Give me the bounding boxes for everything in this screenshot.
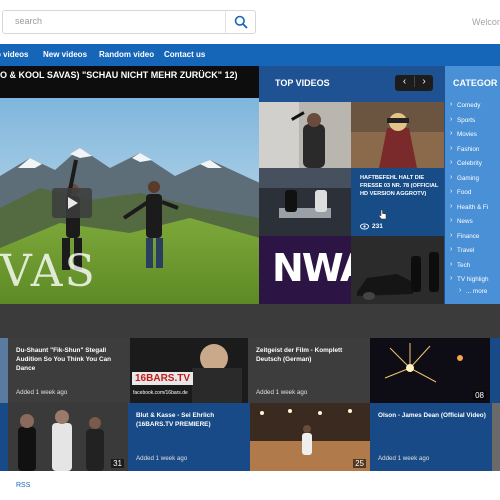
video-title[interactable]: Du-Shaunt "Fik-Shun" Stegall Audition So… bbox=[16, 346, 124, 373]
top-video-thumb-1[interactable] bbox=[259, 102, 351, 168]
video-added: Added 1 week ago bbox=[378, 455, 430, 462]
category-celebrity[interactable]: Celebrity bbox=[450, 159, 482, 167]
video-added: Added 1 week ago bbox=[136, 455, 188, 462]
video-card[interactable]: Olson - James Dean (Official Video) Adde… bbox=[370, 403, 492, 471]
16bars-banner-sub: facebook.com/16bars.de bbox=[133, 390, 188, 396]
top-video-thumb-5[interactable] bbox=[351, 236, 444, 304]
nwa-logo-text: NWA bbox=[272, 246, 351, 290]
rss-link[interactable]: RSS bbox=[16, 482, 30, 489]
categories-panel: CATEGOR Comedy Sports Movies Fashion Cel… bbox=[445, 66, 500, 304]
video-added: Added 1 week ago bbox=[16, 389, 68, 396]
nav-contact-us[interactable]: Contact us bbox=[164, 50, 205, 59]
search-input[interactable]: search bbox=[15, 16, 42, 26]
top-video-thumb-3[interactable] bbox=[259, 168, 351, 236]
featured-video-caption[interactable]: HAFTBEFEHL HALT DIE FRESSE 03 NR. 78 (OF… bbox=[351, 168, 444, 236]
video-title[interactable]: Zeitgeist der Film - Komplett Deutsch (G… bbox=[256, 346, 364, 364]
hand-cursor-icon bbox=[378, 209, 387, 220]
category-travel[interactable]: Travel bbox=[450, 246, 474, 254]
video-duration: 08 bbox=[473, 391, 486, 400]
featured-video-title[interactable]: HAFTBEFEHL HALT DIE FRESSE 03 NR. 78 (OF… bbox=[360, 174, 440, 198]
video-thumb-fireworks[interactable]: 08 bbox=[370, 338, 490, 403]
play-button[interactable] bbox=[52, 188, 92, 218]
video-thumbnail-image bbox=[250, 403, 370, 471]
next-arrow-button[interactable]: › bbox=[414, 76, 433, 87]
categories-heading: CATEGOR bbox=[453, 78, 498, 88]
nav-new-videos[interactable]: New videos bbox=[43, 50, 87, 59]
category-sports[interactable]: Sports bbox=[450, 116, 475, 124]
video-card[interactable]: Blut & Kasse - Sei Ehrlich (16BARS.TV PR… bbox=[128, 403, 250, 471]
video-thumbnail-image bbox=[259, 102, 351, 168]
video-thumbnail-image bbox=[259, 168, 351, 236]
video-duration: 31 bbox=[111, 459, 124, 468]
video-thumb-crowd[interactable]: 31 bbox=[8, 403, 128, 471]
video-card[interactable]: Du-Shaunt "Fik-Shun" Stegall Audition So… bbox=[8, 338, 130, 403]
video-thumbnail-image bbox=[351, 236, 444, 304]
nav-random-video[interactable]: Random video bbox=[99, 50, 154, 59]
category-tech[interactable]: Tech bbox=[450, 261, 470, 269]
video-card[interactable]: Zeitgeist der Film - Komplett Deutsch (G… bbox=[248, 338, 370, 403]
search-icon bbox=[234, 15, 248, 29]
top-video-thumb-2[interactable] bbox=[351, 102, 444, 168]
video-thumb-dance[interactable]: 25 bbox=[250, 403, 370, 471]
main-nav: p videos New videos Random video Contact… bbox=[0, 44, 500, 66]
category-gaming[interactable]: Gaming bbox=[450, 174, 479, 182]
header-bar: search Welcom bbox=[0, 0, 500, 44]
search-box[interactable]: search bbox=[2, 10, 256, 34]
top-videos-heading: TOP VIDEOS bbox=[275, 78, 330, 88]
search-button[interactable] bbox=[225, 11, 255, 33]
category-comedy[interactable]: Comedy bbox=[450, 101, 481, 109]
category-movies[interactable]: Movies bbox=[450, 130, 477, 138]
play-icon bbox=[68, 197, 78, 209]
nav-top-videos[interactable]: p videos bbox=[0, 50, 28, 59]
featured-video-views: 231 bbox=[372, 223, 383, 230]
carousel-arrows: ‹ › bbox=[395, 75, 433, 91]
video-title[interactable]: Olson - James Dean (Official Video) bbox=[378, 411, 486, 420]
video-card-edge-right[interactable] bbox=[490, 338, 500, 403]
category-fashion[interactable]: Fashion bbox=[450, 145, 480, 153]
video-thumb-edge-right[interactable] bbox=[492, 403, 500, 471]
video-thumbnail-image bbox=[351, 102, 444, 168]
top-video-thumb-4[interactable]: NWA bbox=[259, 236, 351, 304]
video-thumbnail-image bbox=[370, 338, 490, 403]
player-watermark: VAS bbox=[0, 246, 97, 297]
video-added: Added 1 week ago bbox=[256, 389, 308, 396]
video-duration: 25 bbox=[353, 459, 366, 468]
welcome-text: Welcom bbox=[472, 17, 500, 27]
prev-arrow-button[interactable]: ‹ bbox=[395, 76, 414, 87]
eye-icon bbox=[360, 223, 369, 230]
categories-more-link[interactable]: ... more bbox=[459, 287, 487, 295]
category-tv-highlights[interactable]: TV highligh bbox=[450, 275, 488, 283]
category-news[interactable]: News bbox=[450, 217, 473, 225]
video-thumb-edge-left[interactable] bbox=[0, 338, 8, 403]
video-player[interactable]: O & KOOL SAVAS) "SCHAU NICHT MEHR ZURÜCK… bbox=[0, 66, 260, 304]
video-card-edge-left[interactable] bbox=[0, 403, 8, 471]
category-health[interactable]: Health & Fi bbox=[450, 203, 488, 211]
16bars-banner: 16BARS.TV bbox=[132, 372, 194, 385]
video-thumbnail-image bbox=[8, 403, 128, 471]
category-finance[interactable]: Finance bbox=[450, 232, 480, 240]
video-thumb-16bars[interactable]: 16BARS.TV facebook.com/16bars.de bbox=[130, 338, 248, 403]
category-food[interactable]: Food bbox=[450, 188, 472, 196]
video-title[interactable]: Blut & Kasse - Sei Ehrlich (16BARS.TV PR… bbox=[136, 411, 244, 429]
player-title: O & KOOL SAVAS) "SCHAU NICHT MEHR ZURÜCK… bbox=[0, 70, 238, 80]
